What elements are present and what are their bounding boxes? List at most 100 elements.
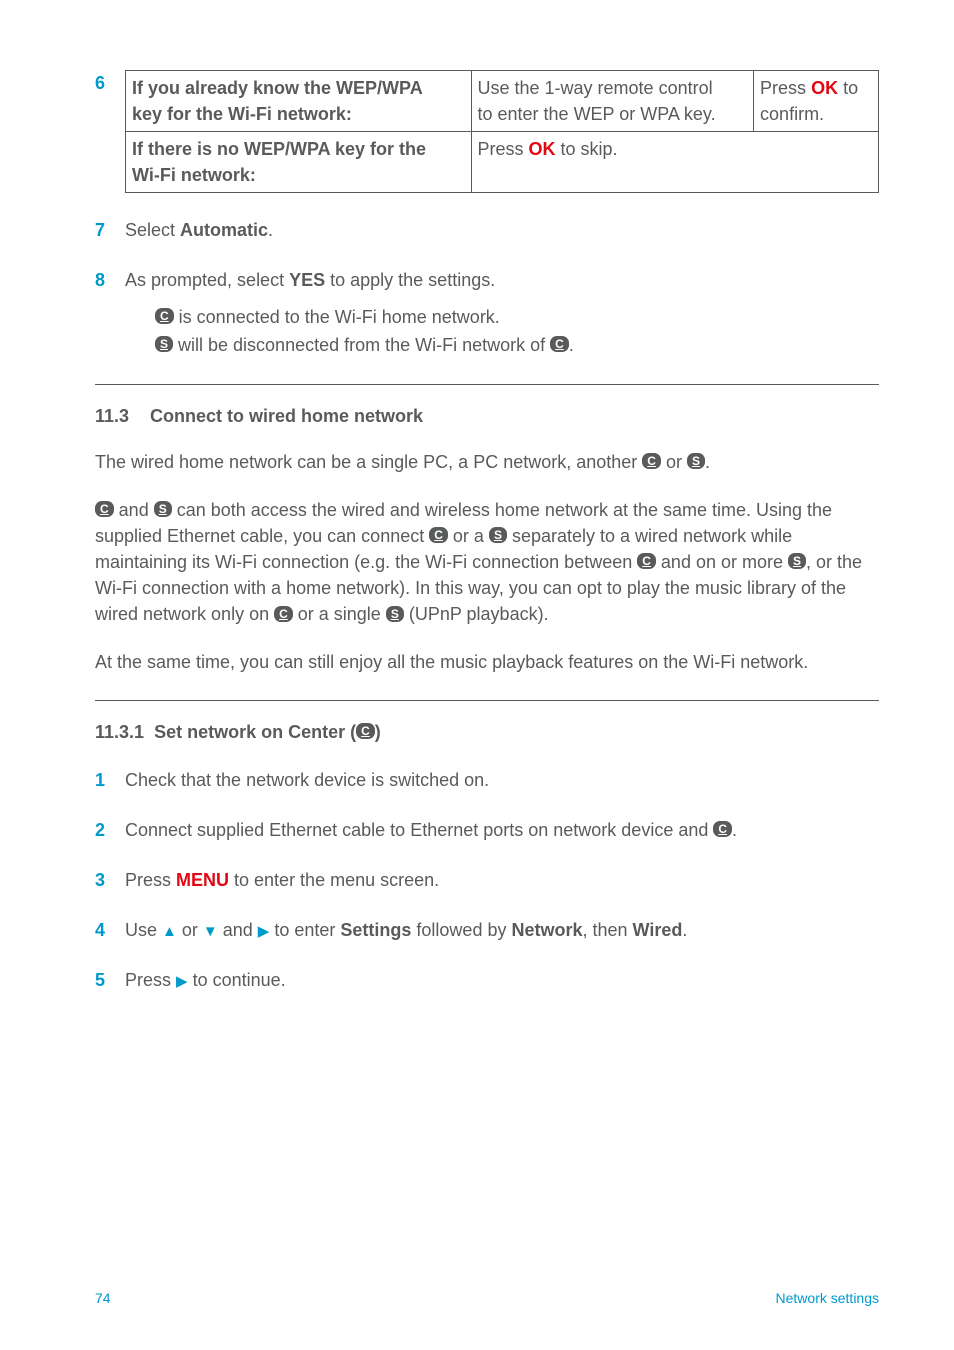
text: Use [125, 920, 162, 940]
station-icon: S [386, 606, 404, 622]
paragraph: C and S can both access the wired and wi… [95, 497, 879, 627]
substep-3: 3 Press MENU to enter the menu screen. [95, 867, 879, 893]
substep-2: 2 Connect supplied Ethernet cable to Eth… [95, 817, 879, 843]
text: or a [448, 526, 489, 546]
right-arrow-icon: ▶ [176, 973, 188, 990]
text: Press [125, 870, 176, 890]
step-7-number: 7 [95, 217, 125, 243]
section-title-part: Set network on Center ( [154, 722, 356, 742]
text: , then [582, 920, 632, 940]
substep-4: 4 Use ▲ or ▼ and ▶ to enter Settings fol… [95, 917, 879, 943]
up-arrow-icon: ▲ [162, 923, 177, 940]
label-network: Network [511, 920, 582, 940]
substep-1-number: 1 [95, 767, 125, 793]
footer-label: Network settings [776, 1288, 879, 1308]
cell-use-remote: Use the 1-way remote control to enter th… [471, 71, 754, 132]
cell-know-key: If you already know the WEP/WPA key for … [126, 71, 472, 132]
text: Press [760, 78, 811, 98]
menu-label: MENU [176, 870, 229, 890]
substep-4-body: Use ▲ or ▼ and ▶ to enter Settings follo… [125, 917, 879, 943]
substep-3-number: 3 [95, 867, 125, 893]
step-8-number: 8 [95, 267, 125, 293]
paragraph: At the same time, you can still enjoy al… [95, 649, 879, 675]
text: to skip. [556, 139, 618, 159]
center-icon: C [550, 336, 569, 352]
station-icon: S [489, 527, 507, 543]
text: . [682, 920, 687, 940]
text: to enter the menu screen. [229, 870, 439, 890]
label-settings: Settings [340, 920, 411, 940]
label: If there is no WEP/WPA key for the [132, 139, 426, 159]
wep-wpa-table: If you already know the WEP/WPA key for … [125, 70, 879, 193]
label: key for the Wi-Fi network: [132, 104, 352, 124]
substep-1-body: Check that the network device is switche… [125, 767, 879, 793]
text: followed by [411, 920, 511, 940]
text: is connected to the Wi-Fi home network. [174, 307, 500, 327]
text: . [268, 220, 273, 240]
text: . [732, 820, 737, 840]
page-number: 74 [95, 1288, 111, 1308]
text: Check that the network device is switche… [125, 770, 489, 790]
text: As prompted, select [125, 270, 289, 290]
center-icon: C [713, 821, 732, 837]
text: Select [125, 220, 180, 240]
ok-label: OK [811, 78, 838, 98]
page-footer: 74 Network settings [95, 1288, 879, 1308]
result-line: S will be disconnected from the Wi-Fi ne… [155, 332, 879, 358]
cell-no-key: If there is no WEP/WPA key for the Wi-Fi… [126, 132, 472, 193]
station-icon: S [788, 553, 806, 569]
text: to apply the settings. [325, 270, 495, 290]
text: (UPnP playback). [404, 604, 549, 624]
label-wired: Wired [633, 920, 683, 940]
center-icon: C [95, 501, 114, 517]
text: to continue. [188, 970, 286, 990]
text: Use the 1-way remote control [478, 78, 713, 98]
substep-5-number: 5 [95, 967, 125, 993]
ok-label: OK [529, 139, 556, 159]
section-title: Connect to wired home network [150, 406, 423, 426]
label: Wi-Fi network: [132, 165, 256, 185]
text: Connect supplied Ethernet cable to Ether… [125, 820, 713, 840]
step-8-results: C is connected to the Wi-Fi home network… [155, 304, 879, 358]
text: and [114, 500, 154, 520]
text: . [569, 335, 574, 355]
text: and [218, 920, 258, 940]
cell-press-ok-skip: Press OK to skip. [471, 132, 879, 193]
substep-4-number: 4 [95, 917, 125, 943]
substep-5-body: Press ▶ to continue. [125, 967, 879, 993]
station-icon: S [154, 501, 172, 517]
cell-press-ok: Press OK to confirm. [754, 71, 879, 132]
substep-2-body: Connect supplied Ethernet cable to Ether… [125, 817, 879, 843]
text: Press [125, 970, 176, 990]
result-line: C is connected to the Wi-Fi home network… [155, 304, 879, 330]
center-icon: C [274, 606, 293, 622]
right-arrow-icon: ▶ [258, 923, 270, 940]
station-icon: S [687, 453, 705, 469]
step-6: 6 If you already know the WEP/WPA key fo… [95, 70, 879, 193]
substep-1: 1 Check that the network device is switc… [95, 767, 879, 793]
step-6-number: 6 [95, 70, 125, 96]
section-number: 11.3.1 [95, 722, 144, 742]
center-icon: C [155, 308, 174, 324]
substep-3-body: Press MENU to enter the menu screen. [125, 867, 879, 893]
divider [95, 384, 879, 385]
table-row: If there is no WEP/WPA key for the Wi-Fi… [126, 132, 879, 193]
step-7: 7 Select Automatic. [95, 217, 879, 243]
step-6-body: If you already know the WEP/WPA key for … [125, 70, 879, 193]
section-number: 11.3 [95, 403, 150, 429]
substep-2-number: 2 [95, 817, 125, 843]
station-icon: S [155, 336, 173, 352]
text: confirm. [760, 104, 824, 124]
section-11-3-heading: 11.3Connect to wired home network [95, 403, 879, 429]
substep-5: 5 Press ▶ to continue. [95, 967, 879, 993]
center-icon: C [637, 553, 656, 569]
text: and on or more [656, 552, 788, 572]
center-icon: C [429, 527, 448, 543]
text: or [177, 920, 203, 940]
table-row: If you already know the WEP/WPA key for … [126, 71, 879, 132]
step-8: 8 As prompted, select YES to apply the s… [95, 267, 879, 359]
text: or a single [293, 604, 386, 624]
text: or [661, 452, 687, 472]
down-arrow-icon: ▼ [203, 923, 218, 940]
center-icon: C [356, 723, 375, 739]
